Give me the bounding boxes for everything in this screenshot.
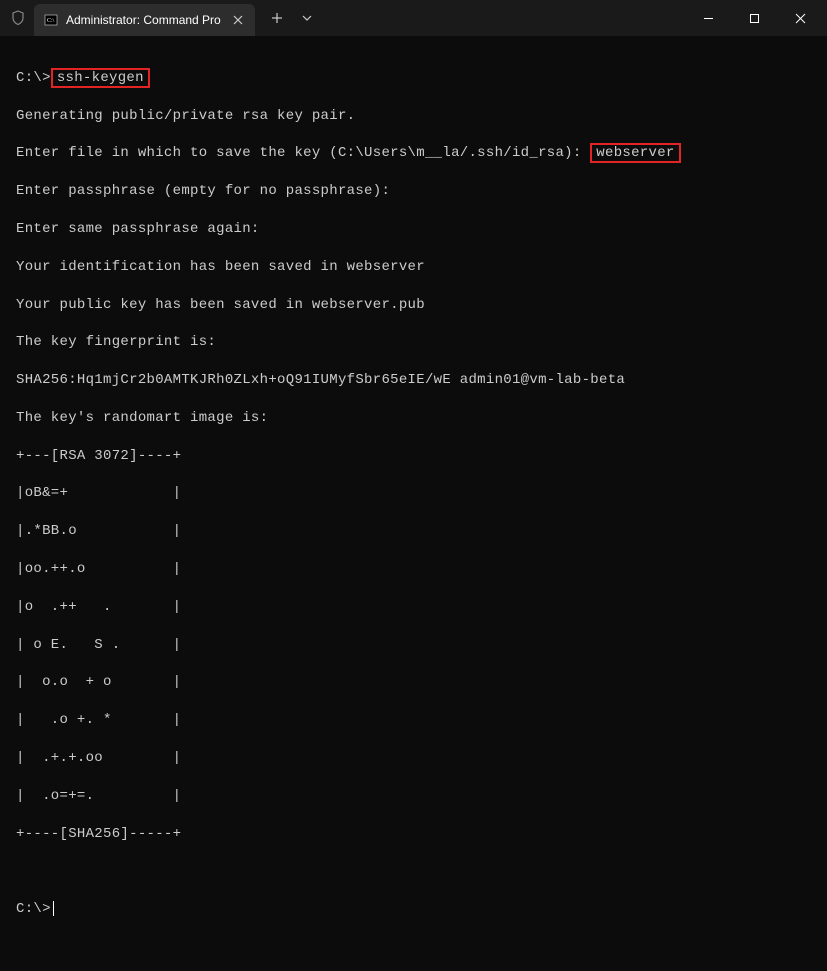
cursor (53, 901, 54, 916)
randomart-line: |oo.++.o | (16, 560, 811, 579)
randomart-line: | .o=+=. | (16, 787, 811, 806)
terminal-line: SHA256:Hq1mjCr2b0AMTKJRh0ZLxh+oQ91IUMyfS… (16, 371, 811, 390)
randomart-line: | .o +. * | (16, 711, 811, 730)
new-tab-button[interactable] (263, 4, 291, 32)
randomart-line: | o.o + o | (16, 673, 811, 692)
window-controls (685, 0, 823, 36)
maximize-button[interactable] (731, 0, 777, 36)
input-highlight: webserver (590, 143, 680, 163)
randomart-line: | .+.+.oo | (16, 749, 811, 768)
tab-title: Administrator: Command Pro (66, 13, 221, 27)
prompt-text: Enter file in which to save the key (C:\… (16, 145, 582, 161)
tab-close-button[interactable] (229, 11, 247, 29)
terminal-line: Enter file in which to save the key (C:\… (16, 144, 811, 163)
tab-controls (263, 4, 321, 32)
cmd-icon: C:\ (44, 13, 58, 27)
titlebar: C:\ Administrator: Command Pro (0, 0, 827, 36)
randomart-line: +---[RSA 3072]----+ (16, 447, 811, 466)
randomart-line: |oB&=+ | (16, 484, 811, 503)
terminal-output[interactable]: C:\>ssh-keygen Generating public/private… (0, 36, 827, 971)
randomart-line: |.*BB.o | (16, 522, 811, 541)
terminal-line: Your identification has been saved in we… (16, 258, 811, 277)
terminal-line: C:\> (16, 900, 811, 919)
terminal-line: The key fingerprint is: (16, 333, 811, 352)
close-button[interactable] (777, 0, 823, 36)
randomart-line: +----[SHA256]-----+ (16, 825, 811, 844)
randomart-line: | o E. S . | (16, 636, 811, 655)
svg-text:C:\: C:\ (47, 18, 55, 24)
prompt: C:\> (16, 70, 51, 86)
terminal-window: C:\ Administrator: Command Pro (0, 0, 827, 509)
terminal-line: Your public key has been saved in webser… (16, 296, 811, 315)
command-highlight: ssh-keygen (51, 68, 150, 88)
terminal-line: The key's randomart image is: (16, 409, 811, 428)
tab-dropdown-button[interactable] (293, 4, 321, 32)
terminal-line: Enter passphrase (empty for no passphras… (16, 182, 811, 201)
shield-icon (8, 8, 28, 28)
prompt: C:\> (16, 901, 51, 917)
minimize-button[interactable] (685, 0, 731, 36)
terminal-line: Enter same passphrase again: (16, 220, 811, 239)
empty-line (16, 862, 811, 881)
active-tab[interactable]: C:\ Administrator: Command Pro (34, 4, 255, 36)
terminal-line: C:\>ssh-keygen (16, 69, 811, 88)
terminal-line: Generating public/private rsa key pair. (16, 107, 811, 126)
randomart-line: |o .++ . | (16, 598, 811, 617)
